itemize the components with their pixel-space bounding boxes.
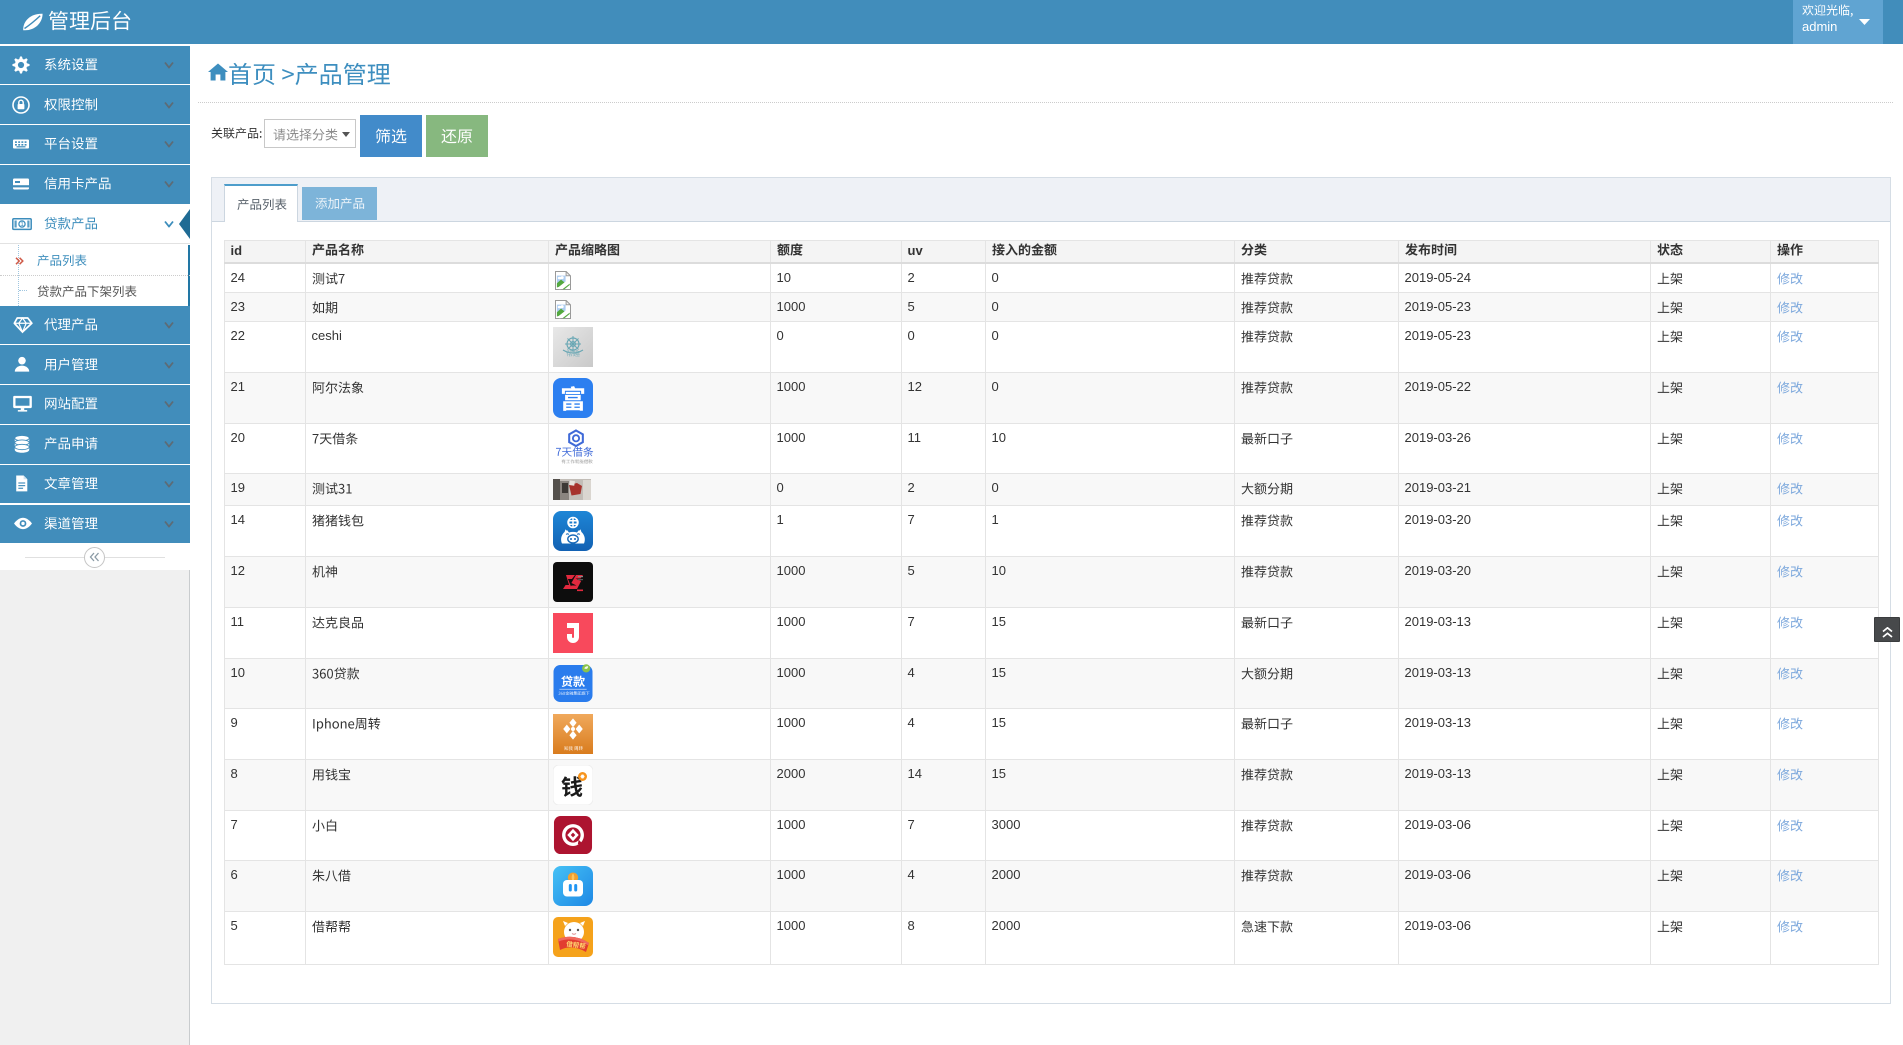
svg-text:1: 1 [20,221,24,228]
